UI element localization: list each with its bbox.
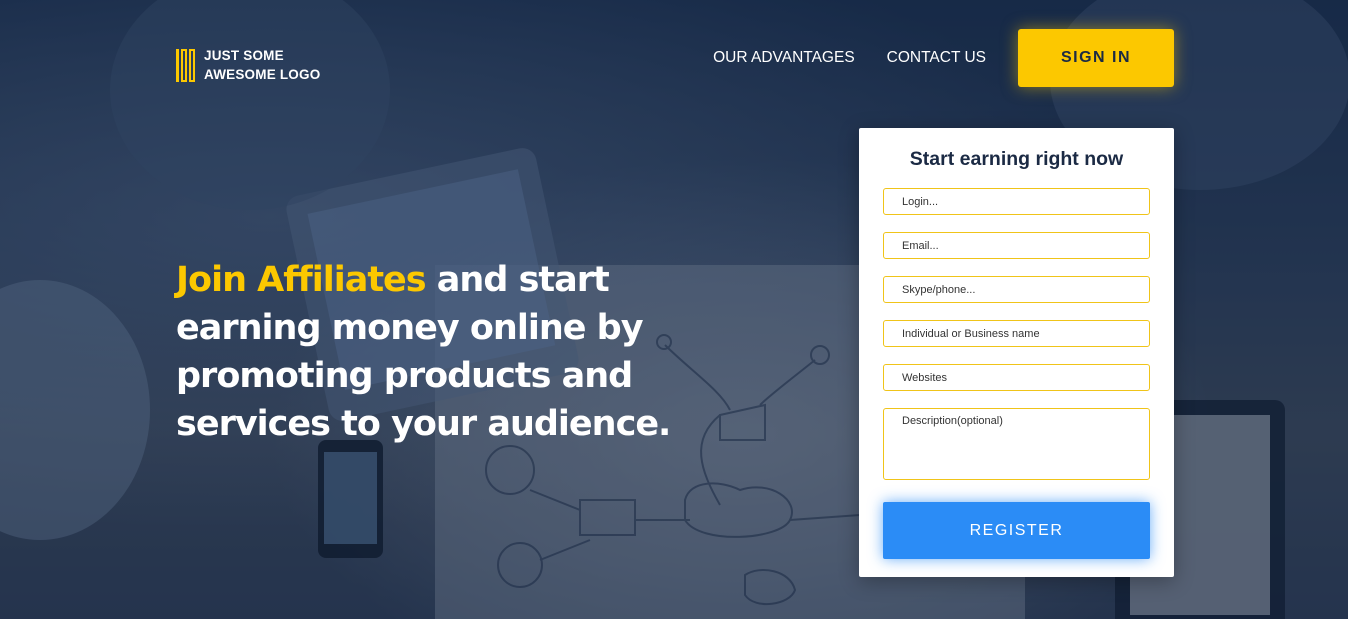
- nav-our-advantages[interactable]: OUR ADVANTAGES: [713, 49, 855, 67]
- description-textarea[interactable]: [883, 408, 1150, 480]
- logo[interactable]: JUST SOME AWESOME LOGO: [176, 46, 320, 84]
- sign-in-button[interactable]: SIGN IN: [1018, 29, 1174, 87]
- form-title: Start earning right now: [909, 148, 1124, 170]
- nav-contact-us[interactable]: CONTACT US: [887, 49, 986, 67]
- logo-text: JUST SOME AWESOME LOGO: [204, 48, 321, 82]
- email-input[interactable]: [883, 232, 1150, 259]
- websites-input[interactable]: [883, 364, 1150, 391]
- hero-headline: Join Affiliates and start earning money …: [176, 256, 696, 448]
- register-button[interactable]: REGISTER: [883, 502, 1150, 559]
- headline-accent: Join Affiliates: [176, 260, 427, 300]
- login-input[interactable]: [883, 188, 1150, 215]
- skype-phone-input[interactable]: [883, 276, 1150, 303]
- logo-mark-icon: [176, 48, 195, 82]
- business-name-input[interactable]: [883, 320, 1150, 347]
- register-form-card: Start earning right now REGISTER: [859, 128, 1174, 577]
- main-nav: OUR ADVANTAGES CONTACT US: [713, 49, 986, 67]
